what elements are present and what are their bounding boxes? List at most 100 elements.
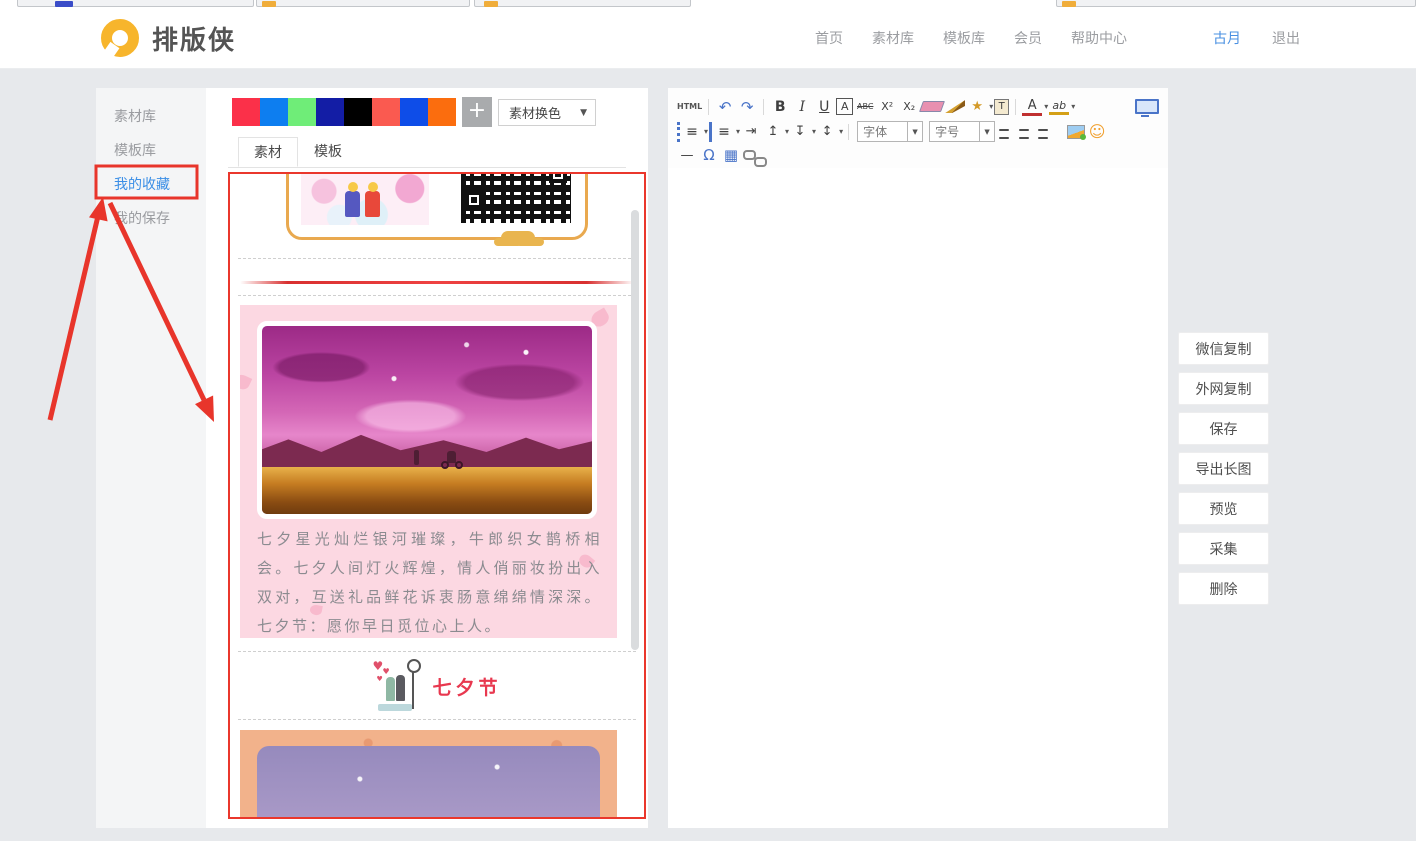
dropdown-caret-icon[interactable]: ▾	[1044, 102, 1048, 111]
qr-code	[461, 173, 571, 223]
nav-item-3[interactable]: 模板库	[943, 28, 985, 48]
logo[interactable]: 排版侠	[100, 18, 236, 58]
nav-item-4[interactable]: 会员	[1014, 28, 1042, 48]
html-source-icon[interactable]: HTML	[677, 97, 702, 117]
justify-icon[interactable]	[1050, 122, 1065, 142]
redo-icon[interactable]: ↷	[737, 97, 757, 117]
materials-panel: + 素材换色 ▼ 素材模板	[206, 88, 648, 828]
dropdown-caret-icon[interactable]: ▾	[1071, 102, 1075, 111]
tab-素材[interactable]: 素材	[238, 137, 298, 167]
color-swatch-7[interactable]	[400, 98, 428, 126]
link-icon[interactable]	[743, 150, 756, 160]
strikethrough-icon[interactable]: ABC	[855, 97, 875, 117]
underline-icon[interactable]: U	[814, 97, 834, 117]
logout-link[interactable]: 退出	[1272, 28, 1300, 48]
sidebar-item-3[interactable]: 我的收藏	[96, 168, 206, 202]
align-left-icon[interactable]	[999, 122, 1014, 142]
favicon-icon	[1062, 1, 1076, 7]
nav-item-1[interactable]: 首页	[815, 28, 843, 48]
browser-tab-3[interactable]	[474, 0, 691, 7]
undo-icon[interactable]: ↶	[715, 97, 735, 117]
special-char-icon[interactable]: Ω	[699, 145, 719, 165]
sidebar-item-1[interactable]: 素材库	[96, 100, 206, 134]
nav-item-5[interactable]: 帮助中心	[1071, 28, 1127, 48]
dropdown-caret-icon[interactable]: ▾	[736, 127, 740, 136]
add-color-button[interactable]: +	[462, 97, 492, 127]
line-height-icon[interactable]: ↕	[817, 122, 837, 142]
font-family-select[interactable]: 字体▼	[857, 121, 923, 142]
font-color-icon[interactable]: A	[1022, 98, 1042, 116]
italic-icon[interactable]: I	[792, 97, 812, 117]
tab-模板[interactable]: 模板	[298, 137, 358, 167]
dropdown-caret-icon[interactable]: ▾	[704, 127, 708, 136]
sidebar-item-4[interactable]: 我的保存	[96, 202, 206, 236]
username-link[interactable]: 古月	[1213, 28, 1241, 48]
browser-tab-1[interactable]	[17, 0, 254, 7]
align-right-icon[interactable]	[1033, 122, 1048, 142]
red-ribbon-divider[interactable]	[240, 281, 634, 284]
browser-tab-strip	[0, 0, 1416, 8]
color-swatch-6[interactable]	[372, 98, 400, 126]
bold-icon[interactable]: B	[770, 97, 790, 117]
fullscreen-icon[interactable]	[1135, 99, 1159, 114]
dropdown-caret-icon[interactable]: ▾	[989, 102, 993, 111]
dropdown-caret-icon[interactable]: ▾	[812, 127, 816, 136]
align-center-icon[interactable]	[1016, 122, 1031, 142]
magic-format-icon[interactable]: ★	[967, 97, 987, 117]
font-size-select[interactable]: 字号▼	[929, 121, 995, 142]
sidebar-item-2[interactable]: 模板库	[96, 134, 206, 168]
color-swatch-8[interactable]	[428, 98, 456, 126]
chevron-down-icon[interactable]: ▼	[979, 122, 994, 141]
collection-banner[interactable]	[286, 172, 588, 240]
landscape-image	[257, 321, 597, 519]
emoji-icon[interactable]: ☺	[1087, 122, 1107, 142]
indent-icon[interactable]: ⇥	[741, 122, 761, 142]
editor-canvas[interactable]	[668, 168, 1168, 828]
horizontal-rule-icon[interactable]: —	[677, 145, 697, 165]
color-swatch-2[interactable]	[260, 98, 288, 126]
ordered-list-icon[interactable]: ≡	[677, 122, 702, 142]
superscript-icon[interactable]: X²	[877, 97, 897, 117]
couple-lamp-illustration: ♥ ♥ ♥	[372, 659, 420, 713]
browser-tab-2[interactable]	[256, 0, 470, 7]
festival-heading-block[interactable]: ♥ ♥ ♥ 七夕节	[230, 655, 644, 717]
paragraph-spacing-before-icon[interactable]: ↥	[763, 122, 783, 142]
action-button-5[interactable]: 预览	[1178, 492, 1269, 525]
browser-tab-4[interactable]	[1056, 0, 1416, 7]
dashed-divider	[238, 651, 636, 652]
unordered-list-icon[interactable]: ≡	[709, 122, 734, 142]
dropdown-caret-icon[interactable]: ▾	[785, 127, 789, 136]
action-button-1[interactable]: 微信复制	[1178, 332, 1269, 365]
action-button-6[interactable]: 采集	[1178, 532, 1269, 565]
font-border-icon[interactable]: A	[836, 98, 853, 115]
dropdown-caret-icon[interactable]: ▾	[839, 127, 843, 136]
materials-tab-row: 素材模板	[228, 137, 626, 168]
color-swatch-4[interactable]	[316, 98, 344, 126]
color-swatch-5[interactable]	[344, 98, 372, 126]
insert-image-icon[interactable]	[1067, 125, 1085, 139]
color-swatch-3[interactable]	[288, 98, 316, 126]
eraser-icon[interactable]	[919, 101, 945, 112]
format-brush-icon[interactable]	[945, 100, 965, 113]
subscript-icon[interactable]: X₂	[899, 97, 919, 117]
recolor-label: 素材换色	[499, 103, 579, 122]
paste-text-icon[interactable]: T	[994, 99, 1009, 115]
nav-item-2[interactable]: 素材库	[872, 28, 914, 48]
highlight-color-icon[interactable]: ab	[1049, 98, 1069, 115]
color-swatch-1[interactable]	[232, 98, 260, 126]
action-button-7[interactable]: 删除	[1178, 572, 1269, 605]
paragraph-spacing-after-icon[interactable]: ↧	[790, 122, 810, 142]
action-button-3[interactable]: 保存	[1178, 412, 1269, 445]
toolbar-row-1: HTML↶↷BIUAABCX²X₂★▾TA▾ab▾	[676, 94, 1160, 119]
insert-table-icon[interactable]: ▦	[721, 145, 741, 165]
collection-scrollbar[interactable]	[631, 210, 639, 650]
logo-icon	[100, 18, 140, 58]
material-recolor-dropdown[interactable]: 素材换色 ▼	[498, 99, 596, 126]
chevron-down-icon[interactable]: ▼	[907, 122, 922, 141]
action-button-2[interactable]: 外网复制	[1178, 372, 1269, 405]
couple-illustration	[301, 173, 429, 225]
moon-card[interactable]	[240, 730, 617, 819]
main-nav: 首页 素材库 模板库 会员 帮助中心	[815, 8, 1127, 68]
qixi-card[interactable]: 七夕星光灿烂银河璀璨，牛郎织女鹊桥相会。七夕人间灯火辉煌，情人俏丽妆扮出入双对，…	[240, 305, 617, 638]
action-button-4[interactable]: 导出长图	[1178, 452, 1269, 485]
